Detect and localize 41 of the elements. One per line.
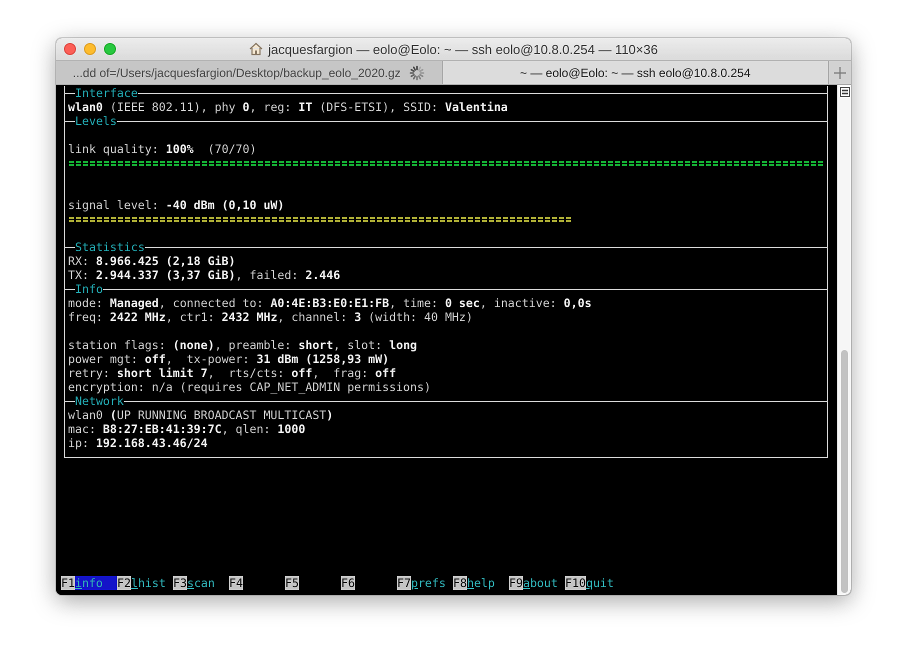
function-key[interactable]: F1 <box>61 576 75 590</box>
function-key[interactable]: F5 <box>285 576 299 590</box>
home-icon <box>249 42 264 56</box>
info-line: retry: short limit 7, rts/cts: off, frag: off <box>68 366 396 380</box>
menu-item[interactable]: quit <box>586 576 614 590</box>
info-line: signal level: -40 dBm (0,10 uW) <box>68 198 284 212</box>
info-line: encryption: n/a (requires CAP_NET_ADMIN permissions) <box>68 380 431 394</box>
info-line: freq: 2422 MHz, ctr1: 2432 MHz, channel: 3 (width: 40 MHz) <box>68 310 473 324</box>
scroll-thumb[interactable] <box>841 350 848 593</box>
window-title: jacquesfargion — eolo@Eolo: ~ — ssh eolo@10.8.0.254 — 110×36 <box>268 42 658 56</box>
info-line: ip: 192.168.43.46/24 <box>68 436 208 450</box>
section-title: Interface <box>75 86 138 100</box>
function-key[interactable]: F8 <box>453 576 467 590</box>
info-line: power mgt: off, tx-power: 31 dBm (1258,93 mW) <box>68 352 390 366</box>
function-key[interactable]: F7 <box>397 576 411 590</box>
info-line: link quality: 100% (70/70) <box>68 142 256 156</box>
plus-icon <box>834 66 846 78</box>
marks-icon[interactable] <box>840 87 850 97</box>
function-key[interactable]: F4 <box>229 576 243 590</box>
info-line: mode: Managed, connected to: A0:4E:B3:E0:E1:FB, time: 0 sec, inactive: 0,0s <box>68 296 592 310</box>
function-key[interactable]: F10 <box>565 576 586 590</box>
function-key[interactable]: F6 <box>341 576 355 590</box>
info-line: station flags: (none), preamble: short, slot: long <box>68 338 418 352</box>
menu-item[interactable]: info <box>74 576 117 590</box>
info-line: wlan0 (UP RUNNING BROADCAST MULTICAST) <box>68 408 334 422</box>
zoom-button[interactable] <box>104 43 116 55</box>
info-line: TX: 2.944.337 (3,37 GiB), failed: 2.446 <box>68 268 340 282</box>
info-line: wlan0 (IEEE 802.11), phy 0, reg: IT (DFS-ETSI), SSID: Valentina <box>68 100 508 114</box>
section-title: Statistics <box>75 240 145 254</box>
close-button[interactable] <box>64 43 76 55</box>
section-title: Levels <box>75 114 117 128</box>
function-key[interactable]: F3 <box>173 576 187 590</box>
tab[interactable]: ~ — eolo@Eolo: ~ — ssh eolo@10.8.0.254 <box>442 61 829 84</box>
function-key[interactable]: F9 <box>509 576 523 590</box>
section-title: Info <box>75 282 103 296</box>
scrollbar[interactable] <box>837 85 851 595</box>
section-title: Network <box>75 394 124 408</box>
info-line: RX: 8.966.425 (2,18 GiB) <box>68 254 236 268</box>
info-line: mac: B8:27:EB:41:39:7C, qlen: 1000 <box>68 422 306 436</box>
minimize-button[interactable] <box>84 43 96 55</box>
function-key[interactable]: F2 <box>117 576 131 590</box>
